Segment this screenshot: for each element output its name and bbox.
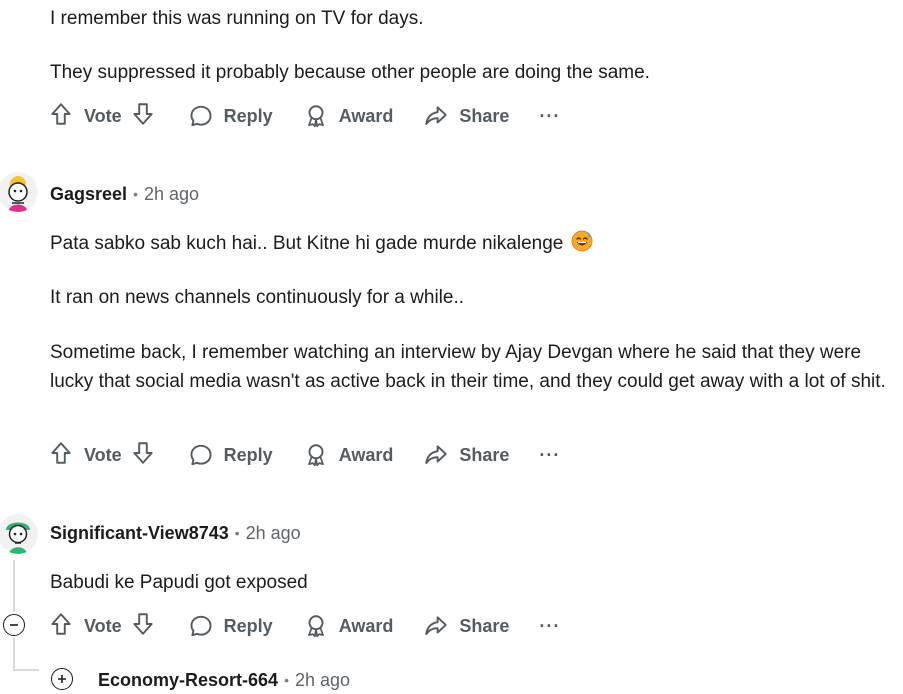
share-label: Share — [459, 615, 510, 636]
username[interactable]: Significant-View8743 — [50, 523, 229, 544]
more-icon: ··· — [539, 444, 561, 465]
reply-icon — [188, 613, 214, 639]
comment-3-actions: Vote Reply Award Share ··· — [48, 611, 560, 641]
separator-dot: • — [234, 525, 240, 541]
share-button[interactable]: Share — [423, 611, 509, 641]
avatar[interactable] — [0, 172, 38, 212]
reply-button[interactable]: Reply — [188, 440, 273, 470]
comment-3-line-1: Babudi ke Papudi got exposed — [50, 572, 308, 593]
award-button[interactable]: Award — [303, 440, 394, 470]
separator-dot: • — [284, 672, 289, 688]
reply-label: Reply — [223, 615, 273, 636]
upvote-icon[interactable] — [48, 440, 74, 471]
upvote-icon[interactable] — [48, 611, 74, 642]
username[interactable]: Gagsreel — [50, 184, 127, 205]
comment-4-header: Economy-Resort-664 • 2h ago — [98, 667, 350, 693]
more-icon: ··· — [539, 615, 561, 636]
more-options-button[interactable]: ··· — [539, 611, 560, 641]
thread-line[interactable] — [13, 638, 15, 670]
comment-2-line-1: Pata sabko sab kuch hai.. But Kitne hi g… — [50, 229, 593, 261]
collapse-icon — [10, 624, 18, 626]
avatar[interactable] — [0, 514, 38, 554]
timestamp: 2h ago — [245, 522, 301, 543]
reply-icon — [188, 442, 214, 468]
expand-thread-button[interactable] — [51, 668, 73, 690]
more-icon: ··· — [539, 105, 561, 126]
vote-group: Vote — [48, 611, 156, 642]
reply-button[interactable]: Reply — [188, 611, 273, 641]
comment-1-line-1: I remember this was running on TV for da… — [50, 8, 424, 29]
vote-group: Vote — [48, 440, 156, 471]
thread-connector — [13, 669, 39, 671]
comment-1-actions: Vote Reply Award Share ··· — [48, 101, 560, 131]
vote-label: Vote — [84, 615, 122, 636]
share-icon — [423, 442, 449, 468]
reply-button[interactable]: Reply — [188, 101, 273, 131]
username[interactable]: Economy-Resort-664 — [98, 670, 278, 691]
reply-label: Reply — [223, 444, 273, 465]
share-label: Share — [459, 105, 510, 126]
comment-1-line-2: They suppressed it probably because othe… — [50, 62, 650, 83]
comment-thread: I remember this was running on TV for da… — [0, 0, 903, 694]
comment-2-line-2: It ran on news channels continuously for… — [50, 287, 465, 308]
downvote-icon[interactable] — [130, 440, 156, 471]
award-icon — [303, 103, 329, 129]
vote-label: Vote — [84, 444, 122, 465]
award-label: Award — [338, 105, 394, 126]
comment-3-header: Significant-View8743 • 2h ago — [50, 520, 301, 546]
award-label: Award — [338, 615, 394, 636]
vote-label: Vote — [84, 105, 122, 126]
timestamp: 2h ago — [143, 183, 200, 204]
reply-label: Reply — [223, 105, 273, 126]
more-options-button[interactable]: ··· — [539, 101, 560, 131]
comment-2-actions: Vote Reply Award Share ··· — [48, 440, 560, 470]
separator-dot: • — [133, 186, 138, 202]
award-button[interactable]: Award — [303, 611, 394, 641]
award-icon — [303, 613, 329, 639]
vote-group: Vote — [48, 101, 156, 132]
expand-icon — [58, 675, 66, 683]
share-button[interactable]: Share — [423, 101, 509, 131]
share-icon — [423, 103, 449, 129]
comment-2-line-3: Sometime back, I remember watching an in… — [50, 342, 886, 392]
reply-icon — [188, 103, 214, 129]
more-options-button[interactable]: ··· — [539, 440, 560, 470]
award-label: Award — [338, 444, 394, 465]
share-button[interactable]: Share — [423, 440, 509, 470]
timestamp: 2h ago — [294, 669, 351, 690]
comment-2-header: Gagsreel • 2h ago — [50, 181, 199, 207]
comment-text: Pata sabko sab kuch hai.. But Kitne hi g… — [50, 233, 564, 254]
sweat-smile-emoji — [571, 230, 593, 261]
share-label: Share — [459, 444, 510, 465]
thread-line[interactable] — [13, 560, 15, 612]
downvote-icon[interactable] — [130, 611, 156, 642]
collapse-thread-button[interactable] — [3, 614, 25, 636]
downvote-icon[interactable] — [130, 101, 156, 132]
upvote-icon[interactable] — [48, 101, 74, 132]
award-icon — [303, 442, 329, 468]
award-button[interactable]: Award — [303, 101, 394, 131]
share-icon — [423, 613, 449, 639]
